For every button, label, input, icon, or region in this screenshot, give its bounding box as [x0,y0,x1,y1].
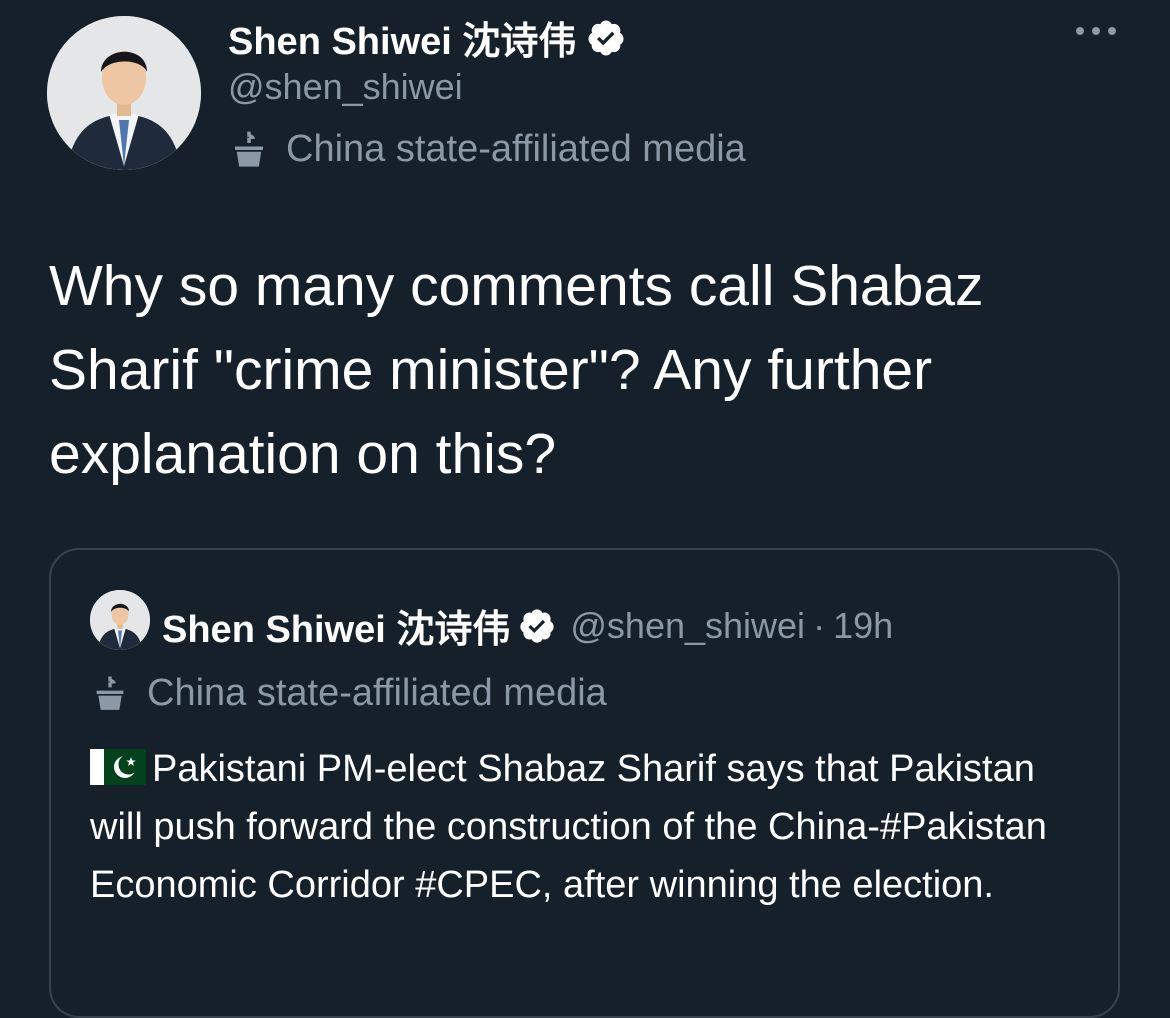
verified-badge-icon [588,20,624,55]
quoted-tweet-card[interactable]: Shen Shiwei 沈诗伟 @shen_shiwei · 19h China… [49,548,1120,1018]
quoted-state-affiliated-label[interactable]: China state-affiliated media [90,672,607,715]
verified-badge-icon [520,608,555,643]
tweet-text: Why so many comments call Shabaz Sharif … [49,254,984,486]
pakistan-flag-icon [90,749,146,785]
quoted-tweet-timestamp[interactable]: 19h [833,605,893,647]
quoted-author-avatar[interactable] [90,590,150,650]
author-display-name[interactable]: Shen Shiwei 沈诗伟 [228,10,576,65]
affiliation-text[interactable]: China state-affiliated media [286,128,746,171]
author-display-name-row[interactable]: Shen Shiwei 沈诗伟 [228,10,626,65]
podium-icon [96,676,124,710]
quoted-affiliation-text[interactable]: China state-affiliated media [147,672,607,715]
more-options-icon[interactable] [1072,16,1120,46]
author-handle[interactable]: @shen_shiwei [228,66,463,108]
quoted-tweet-header: Shen Shiwei 沈诗伟 @shen_shiwei · 19h [162,598,893,653]
avatar-portrait-image [90,590,150,650]
quoted-author-display-name[interactable]: Shen Shiwei 沈诗伟 [162,598,510,653]
quoted-tweet-text: Pakistani PM-elect Shabaz Sharif says th… [90,748,1047,906]
author-avatar[interactable] [47,16,201,170]
quoted-tweet-text-block: Pakistani PM-elect Shabaz Sharif says th… [90,740,1090,914]
state-affiliated-label[interactable]: China state-affiliated media [228,128,746,171]
avatar-portrait-image [47,16,201,170]
quoted-author-handle[interactable]: @shen_shiwei [570,605,805,647]
podium-icon [235,131,263,167]
separator-dot: · [813,604,826,646]
